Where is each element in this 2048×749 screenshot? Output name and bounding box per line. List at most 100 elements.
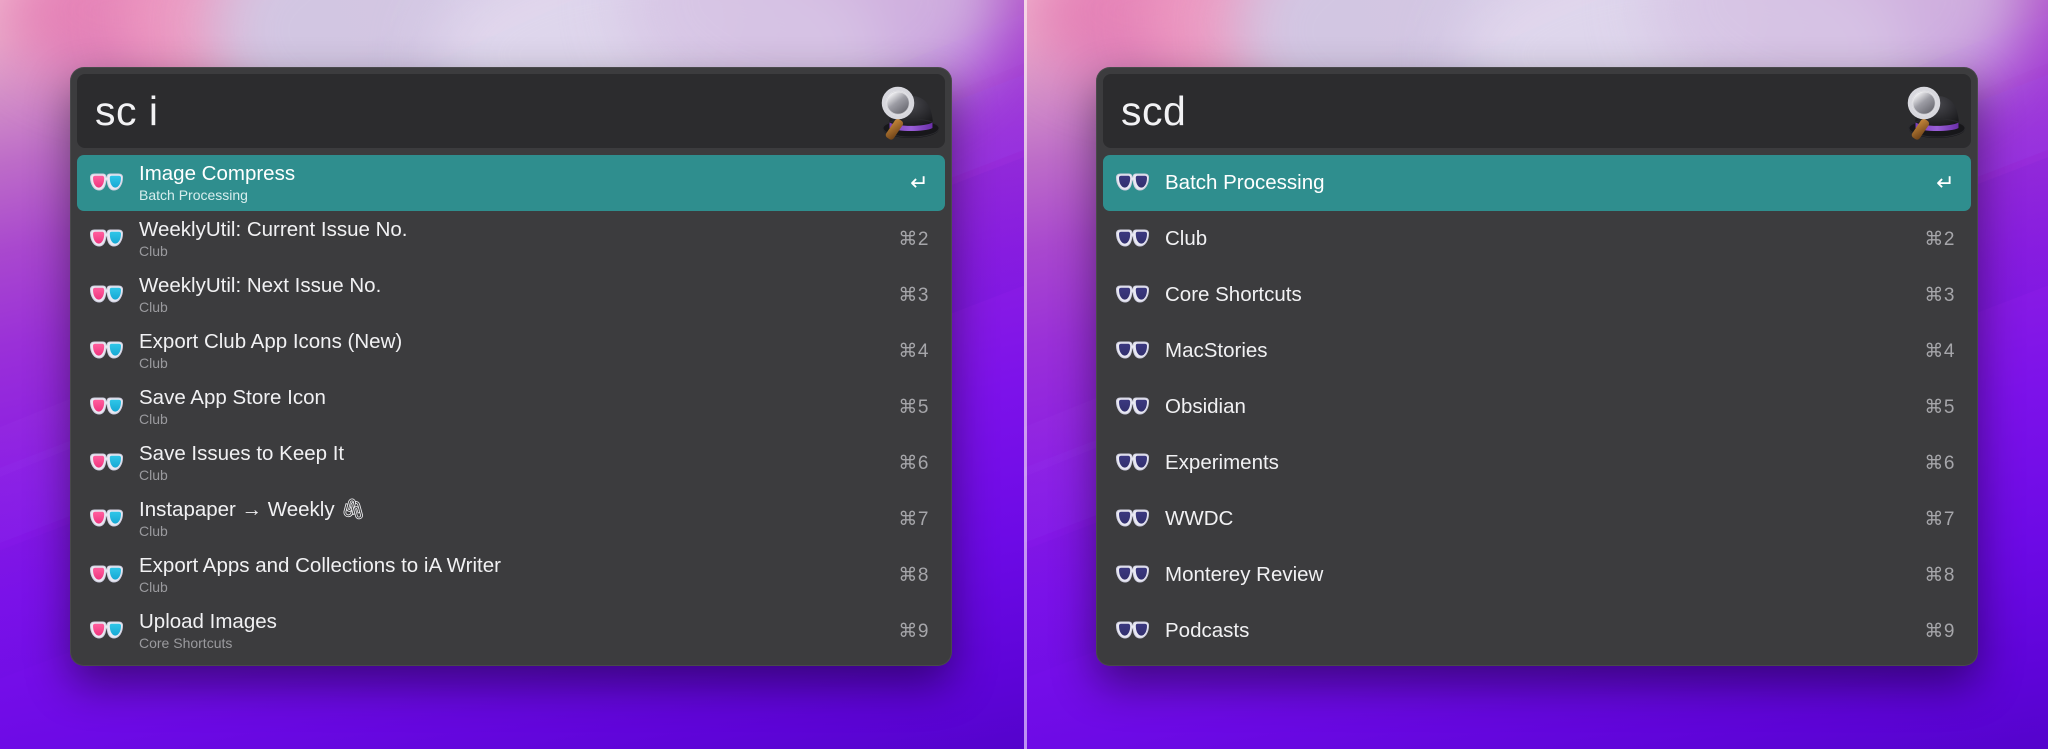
result-row[interactable]: Image Compress Batch Processing ↵ bbox=[77, 155, 945, 211]
shortcuts-glasses-navy-icon bbox=[1115, 619, 1151, 643]
shortcuts-glasses-navy-icon bbox=[1115, 451, 1151, 475]
shortcuts-glasses-pink-icon bbox=[89, 619, 125, 643]
results-list: Image Compress Batch Processing ↵ WeeklyUti… bbox=[77, 155, 945, 659]
shortcuts-glasses-pink-icon bbox=[89, 339, 125, 363]
result-row[interactable]: Upload Images Core Shortcuts ⌘9 bbox=[77, 603, 945, 659]
result-row[interactable]: Core Shortcuts ⌘3 bbox=[1103, 267, 1971, 323]
result-text: Batch Processing bbox=[1165, 171, 1922, 195]
command-shortcut-hint: ⌘7 bbox=[1924, 508, 1955, 530]
result-title: Upload Images bbox=[139, 609, 277, 633]
shortcuts-glasses-pink-icon bbox=[89, 283, 125, 307]
shortcuts-glasses-navy-icon bbox=[1115, 339, 1151, 363]
result-row[interactable]: Obsidian ⌘5 bbox=[1103, 379, 1971, 435]
shortcuts-glasses-navy-icon bbox=[1115, 227, 1151, 251]
result-row[interactable]: WeeklyUtil: Current Issue No. Club ⌘2 bbox=[77, 211, 945, 267]
command-shortcut-hint: ⌘9 bbox=[1924, 620, 1955, 642]
command-shortcut-hint: ⌘4 bbox=[898, 340, 929, 362]
command-shortcut-hint: ⌘5 bbox=[1924, 396, 1955, 418]
result-text: Save App Store Icon Club bbox=[139, 386, 884, 429]
alfred-hat-magnifier-icon bbox=[1897, 74, 1971, 148]
pane-divider bbox=[1024, 0, 1027, 749]
result-text: Experiments bbox=[1165, 451, 1910, 475]
return-key-hint: ↵ bbox=[910, 170, 929, 195]
shortcuts-glasses-pink-icon bbox=[89, 227, 125, 251]
search-bar[interactable]: sc i bbox=[77, 74, 945, 148]
result-title: Club bbox=[1165, 226, 1208, 250]
result-title: Instapaper → Weekly 🖇 bbox=[139, 497, 367, 521]
result-row[interactable]: Monterey Review ⌘8 bbox=[1103, 547, 1971, 603]
search-query-text: sc i bbox=[95, 87, 159, 134]
result-title: WeeklyUtil: Next Issue No. bbox=[139, 273, 382, 297]
result-text: Save Issues to Keep It Club bbox=[139, 442, 884, 485]
result-text: Export Club App Icons (New) Club bbox=[139, 330, 884, 373]
return-key-hint: ↵ bbox=[1936, 170, 1955, 195]
result-row[interactable]: Podcasts ⌘9 bbox=[1103, 603, 1971, 659]
result-title: Export Club App Icons (New) bbox=[139, 329, 403, 353]
shortcuts-glasses-navy-icon bbox=[1115, 283, 1151, 307]
result-subtitle: Club bbox=[139, 354, 168, 371]
result-row[interactable]: MacStories ⌘4 bbox=[1103, 323, 1971, 379]
command-shortcut-hint: ⌘6 bbox=[1924, 452, 1955, 474]
search-query-text: scd bbox=[1121, 87, 1187, 134]
search-input[interactable]: scd bbox=[1103, 87, 1897, 134]
result-row[interactable]: Export Club App Icons (New) Club ⌘4 bbox=[77, 323, 945, 379]
result-subtitle: Club bbox=[139, 466, 168, 483]
command-shortcut-hint: ⌘8 bbox=[898, 564, 929, 586]
shortcuts-glasses-navy-icon bbox=[1115, 507, 1151, 531]
result-text: Club bbox=[1165, 227, 1910, 251]
shortcuts-glasses-pink-icon bbox=[89, 171, 125, 195]
result-subtitle: Club bbox=[139, 522, 168, 539]
command-shortcut-hint: ⌘2 bbox=[1924, 228, 1955, 250]
result-row[interactable]: Club ⌘2 bbox=[1103, 211, 1971, 267]
result-subtitle: Batch Processing bbox=[139, 186, 248, 203]
result-title: Save App Store Icon bbox=[139, 385, 326, 409]
result-row[interactable]: Export Apps and Collections to iA Writer… bbox=[77, 547, 945, 603]
result-text: WeeklyUtil: Next Issue No. Club bbox=[139, 274, 884, 317]
shortcuts-glasses-navy-icon bbox=[1115, 563, 1151, 587]
result-title: Podcasts bbox=[1165, 618, 1250, 642]
result-title: Batch Processing bbox=[1165, 170, 1325, 194]
result-title: MacStories bbox=[1165, 338, 1268, 362]
alfred-window-right[interactable]: scd Batch Processing ↵ Club ⌘2 Core Shortcut… bbox=[1096, 67, 1978, 666]
result-title: Image Compress bbox=[139, 161, 296, 185]
result-text: WeeklyUtil: Current Issue No. Club bbox=[139, 218, 884, 261]
search-bar[interactable]: scd bbox=[1103, 74, 1971, 148]
result-row[interactable]: Instapaper → Weekly 🖇 Club ⌘7 bbox=[77, 491, 945, 547]
result-title: Obsidian bbox=[1165, 394, 1246, 418]
command-shortcut-hint: ⌘7 bbox=[898, 508, 929, 530]
result-row[interactable]: Batch Processing ↵ bbox=[1103, 155, 1971, 211]
result-title: WWDC bbox=[1165, 506, 1234, 530]
result-title: Save Issues to Keep It bbox=[139, 441, 345, 465]
result-subtitle: Club bbox=[139, 242, 168, 259]
command-shortcut-hint: ⌘6 bbox=[898, 452, 929, 474]
result-title: WeeklyUtil: Current Issue No. bbox=[139, 217, 408, 241]
result-text: Obsidian bbox=[1165, 395, 1910, 419]
result-text: Image Compress Batch Processing bbox=[139, 162, 896, 205]
command-shortcut-hint: ⌘3 bbox=[1924, 284, 1955, 306]
command-shortcut-hint: ⌘3 bbox=[898, 284, 929, 306]
result-text: Podcasts bbox=[1165, 619, 1910, 643]
result-row[interactable]: Experiments ⌘6 bbox=[1103, 435, 1971, 491]
result-row[interactable]: Save Issues to Keep It Club ⌘6 bbox=[77, 435, 945, 491]
result-subtitle: Club bbox=[139, 298, 168, 315]
shortcuts-glasses-pink-icon bbox=[89, 395, 125, 419]
result-subtitle: Club bbox=[139, 578, 168, 595]
result-row[interactable]: WWDC ⌘7 bbox=[1103, 491, 1971, 547]
search-input[interactable]: sc i bbox=[77, 87, 871, 134]
result-text: Monterey Review bbox=[1165, 563, 1910, 587]
alfred-window-left[interactable]: sc i Image Compress Batch Processing ↵ Week… bbox=[70, 67, 952, 666]
result-text: Upload Images Core Shortcuts bbox=[139, 610, 884, 653]
result-text: Instapaper → Weekly 🖇 Club bbox=[139, 498, 884, 541]
result-subtitle: Core Shortcuts bbox=[139, 634, 233, 651]
result-title: Core Shortcuts bbox=[1165, 282, 1302, 306]
alfred-hat-magnifier-icon bbox=[871, 74, 945, 148]
shortcuts-glasses-pink-icon bbox=[89, 563, 125, 587]
result-text: Core Shortcuts bbox=[1165, 283, 1910, 307]
command-shortcut-hint: ⌘9 bbox=[898, 620, 929, 642]
result-title: Experiments bbox=[1165, 450, 1279, 474]
result-row[interactable]: WeeklyUtil: Next Issue No. Club ⌘3 bbox=[77, 267, 945, 323]
result-title: Export Apps and Collections to iA Writer bbox=[139, 553, 501, 577]
shortcuts-glasses-navy-icon bbox=[1115, 395, 1151, 419]
shortcuts-glasses-pink-icon bbox=[89, 507, 125, 531]
result-row[interactable]: Save App Store Icon Club ⌘5 bbox=[77, 379, 945, 435]
